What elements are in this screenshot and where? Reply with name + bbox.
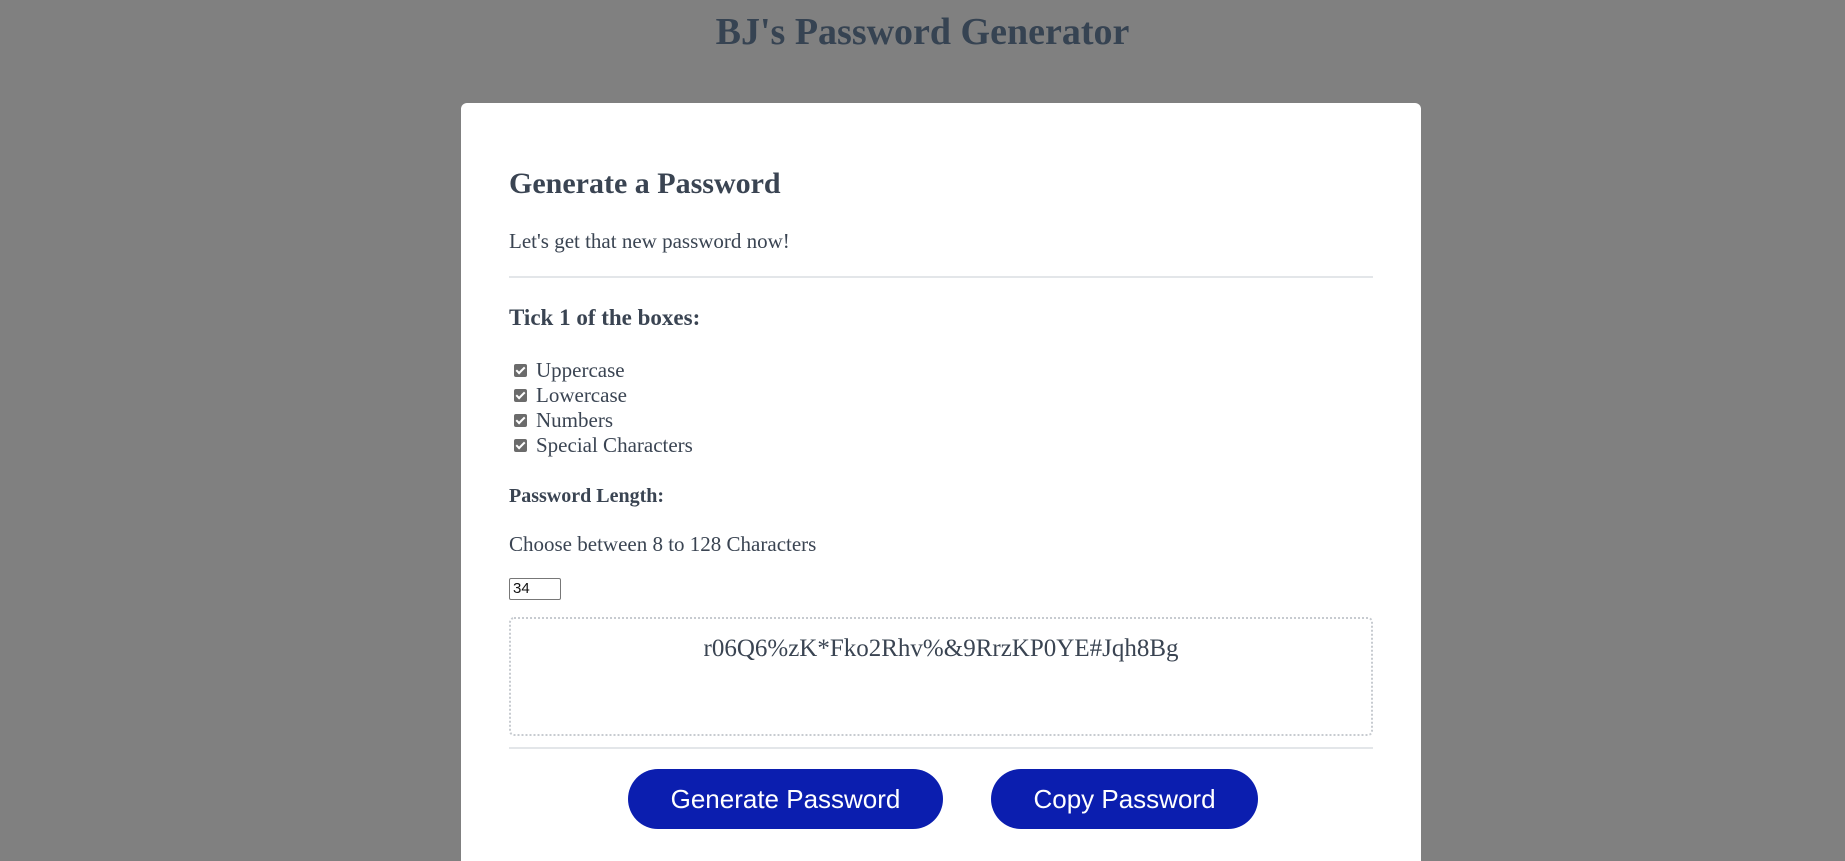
numbers-checkbox[interactable]	[514, 414, 527, 427]
password-output[interactable]: r06Q6%zK*Fko2Rhv%&9RrzKP0YE#Jqh8Bg	[509, 617, 1373, 736]
password-length-label: Password Length:	[509, 485, 665, 507]
copy-password-button[interactable]: Copy Password	[991, 769, 1258, 829]
password-length-help: Choose between 8 to 128 Characters	[509, 532, 817, 556]
divider	[509, 276, 1373, 278]
card-subtitle: Let's get that new password now!	[509, 229, 790, 253]
page-title: BJ's Password Generator	[715, 11, 1130, 53]
generate-password-button[interactable]: Generate Password	[628, 769, 943, 829]
uppercase-checkbox[interactable]	[514, 364, 527, 377]
option-label: Uppercase	[536, 358, 625, 382]
option-label: Special Characters	[536, 433, 693, 457]
options-list: Uppercase Lowercase Numbers Special Char…	[509, 358, 1373, 458]
divider	[509, 747, 1373, 749]
option-special-characters[interactable]: Special Characters	[509, 433, 1373, 458]
password-card: Generate a Password Let's get that new p…	[461, 103, 1421, 861]
password-length-input[interactable]: 34	[509, 578, 561, 600]
option-uppercase[interactable]: Uppercase	[509, 358, 1373, 383]
special-characters-checkbox[interactable]	[514, 439, 527, 452]
lowercase-checkbox[interactable]	[514, 389, 527, 402]
card-title: Generate a Password	[509, 167, 781, 200]
option-numbers[interactable]: Numbers	[509, 408, 1373, 433]
option-lowercase[interactable]: Lowercase	[509, 383, 1373, 408]
option-label: Lowercase	[536, 383, 627, 407]
options-title: Tick 1 of the boxes:	[509, 305, 701, 330]
option-label: Numbers	[536, 408, 613, 432]
